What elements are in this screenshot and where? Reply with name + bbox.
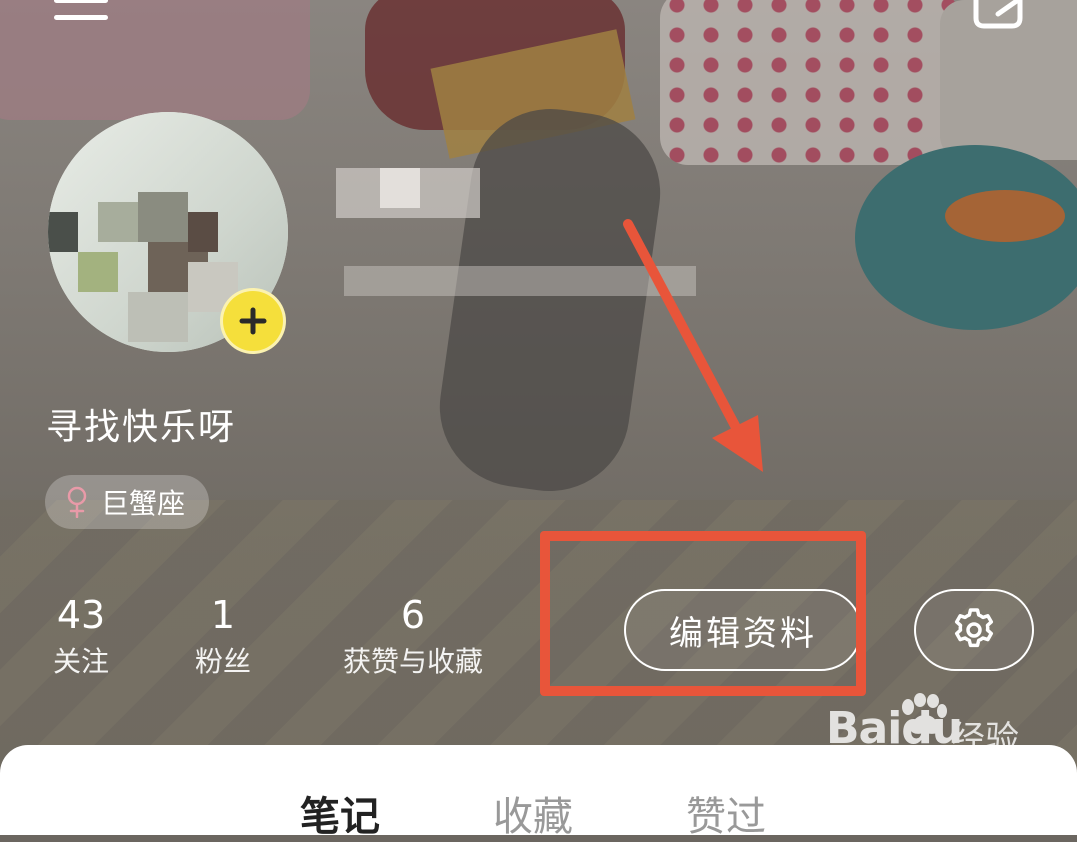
watermark-logo-text: Baidu [826,703,963,754]
stat-followers[interactable]: 1 粉丝 [190,592,256,682]
add-avatar-button[interactable] [220,288,286,354]
redacted-nickname-block-2 [380,168,420,208]
stat-followers-label: 粉丝 [194,645,251,678]
plus-icon [239,307,267,335]
menu-icon[interactable] [54,0,108,24]
stat-following-label: 关注 [52,645,109,678]
annotation-highlight-box [540,531,866,696]
cover-pumpkin-pillow [855,145,1077,330]
stat-following[interactable]: 43 关注 [48,592,114,682]
stat-following-value: 43 [56,593,106,637]
stat-followers-value: 1 [210,593,236,637]
stat-likes-collects-label: 获赞与收藏 [342,645,483,678]
annotation-arrow-icon [623,219,763,472]
stat-likes-collects[interactable]: 6 获赞与收藏 [330,592,496,682]
tab-liked[interactable]: 赞过 [686,784,766,842]
tab-collections[interactable]: 收藏 [493,784,573,842]
female-icon [67,486,87,518]
zodiac-tag-label: 巨蟹座 [101,487,186,520]
gear-icon [954,608,994,648]
tab-notes[interactable]: 笔记 [300,784,380,842]
username: 寻找快乐呀 [46,407,237,448]
stat-likes-collects-value: 6 [400,593,426,637]
baidu-jingyan-watermark: Baidu 经验 jingyan.baidu.com [826,693,1029,783]
settings-button[interactable] [914,589,1034,671]
cover-cushion-pink [0,0,310,120]
watermark-url: jingyan.baidu.com [828,755,1030,779]
zodiac-tag[interactable]: 巨蟹座 [45,475,210,529]
watermark-cn-text: 经验 [951,719,1019,759]
share-icon[interactable] [968,0,1028,30]
cover-cushion-hearts [660,0,960,165]
